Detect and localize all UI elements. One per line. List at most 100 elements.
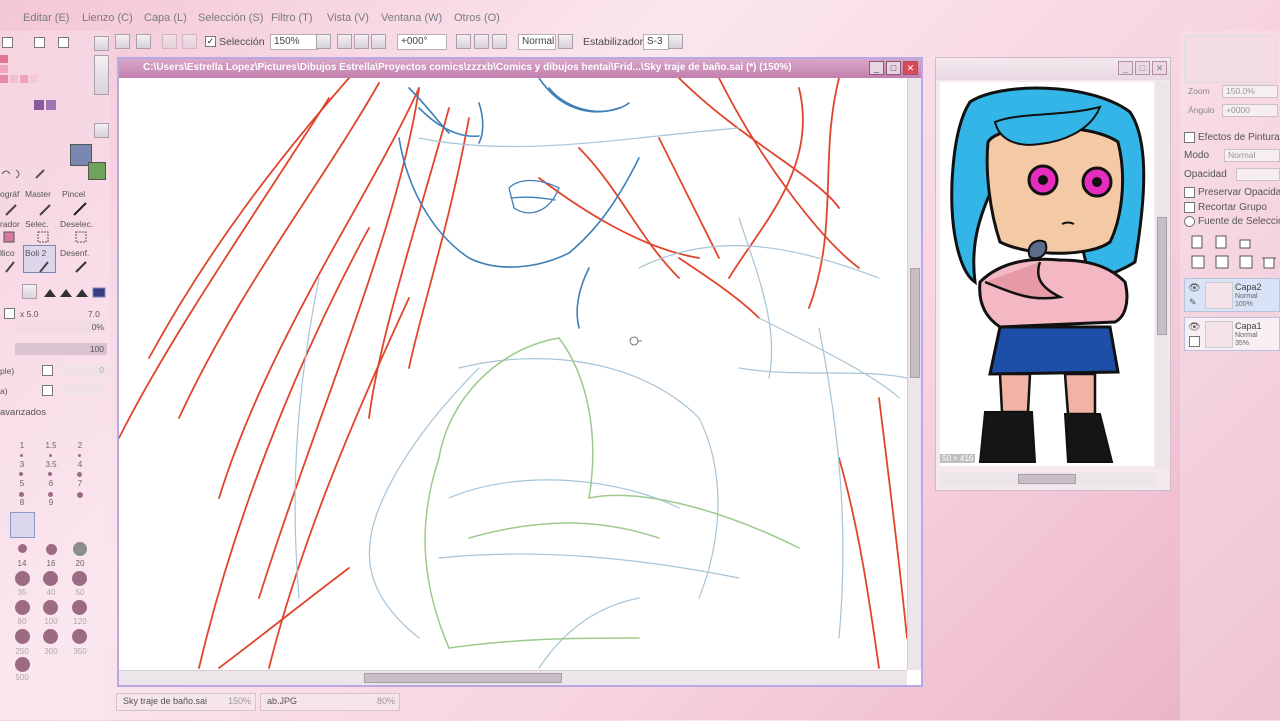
zoom-value-field[interactable]: 150.0% bbox=[1222, 85, 1278, 98]
clip-group-checkbox[interactable] bbox=[1184, 202, 1195, 213]
brush-lock-icon[interactable]: ✎ bbox=[1189, 297, 1197, 308]
menu-seleccion[interactable]: Selección (S) bbox=[198, 12, 263, 24]
secondary-color-swatch[interactable] bbox=[88, 162, 106, 180]
navigator-hscroll-thumb[interactable] bbox=[1018, 474, 1076, 484]
tool-label-3[interactable]: llico bbox=[0, 248, 15, 258]
brush-size-2[interactable]: 2 bbox=[70, 441, 90, 450]
tool-label-selec[interactable]: Selec. bbox=[25, 219, 49, 229]
brush-size-50[interactable]: 50 bbox=[70, 588, 90, 597]
vertical-scroll-thumb[interactable] bbox=[910, 268, 920, 378]
zoom-reset-icon[interactable] bbox=[371, 34, 386, 49]
layer-row-capa1[interactable]: 👁 Capa1 Normal 35% bbox=[1184, 317, 1280, 351]
brush-tools-icons[interactable] bbox=[0, 258, 100, 274]
tool-label-1[interactable]: ográf bbox=[0, 189, 19, 199]
layer-lock-checkbox[interactable] bbox=[1189, 336, 1200, 347]
menu-ventana[interactable]: Ventana (W) bbox=[381, 12, 442, 24]
zoom-dropdown-icon[interactable] bbox=[316, 34, 331, 49]
brush-size-100[interactable]: 100 bbox=[41, 617, 61, 626]
navigator-maximize-icon[interactable]: □ bbox=[1135, 61, 1150, 75]
opacity-slider[interactable]: 100 bbox=[15, 343, 107, 355]
swatch-cells[interactable] bbox=[0, 55, 92, 135]
palette-scrollbar[interactable] bbox=[94, 55, 109, 95]
tool-icon-c[interactable] bbox=[162, 34, 177, 49]
angle-field[interactable]: +000° bbox=[397, 34, 447, 50]
tool-label-pincel[interactable]: Pincel bbox=[62, 189, 85, 199]
tool-label-deselec[interactable]: Deselec. bbox=[60, 219, 93, 229]
horizontal-scroll-thumb[interactable] bbox=[364, 673, 562, 683]
brush-size-350[interactable]: 350 bbox=[70, 647, 90, 656]
menu-editar[interactable]: Editar (E) bbox=[23, 12, 69, 24]
tool-label-master[interactable]: Master bbox=[25, 189, 51, 199]
navigator-thumbnail[interactable] bbox=[1184, 35, 1276, 83]
flip-icon[interactable] bbox=[558, 34, 573, 49]
tool-icon-b[interactable] bbox=[136, 34, 151, 49]
zoom-field[interactable]: 150% bbox=[270, 34, 318, 50]
preserve-opacity-checkbox[interactable] bbox=[1184, 187, 1195, 198]
tool-label-boli2[interactable]: Boli 2 bbox=[25, 248, 46, 258]
brush-size-5[interactable]: 5 bbox=[12, 479, 32, 488]
brush-shape-square[interactable] bbox=[22, 284, 37, 299]
drawing-canvas[interactable] bbox=[119, 78, 907, 670]
tool-icon-a[interactable] bbox=[115, 34, 130, 49]
minimize-icon[interactable]: _ bbox=[869, 61, 884, 75]
maximize-icon[interactable]: □ bbox=[886, 61, 901, 75]
navigator-vscroll-thumb[interactable] bbox=[1157, 217, 1167, 335]
brush-size-6[interactable]: 6 bbox=[41, 479, 61, 488]
option1-dropdown[interactable] bbox=[42, 365, 53, 376]
size-multiplier[interactable]: x 5.0 bbox=[20, 309, 38, 319]
palette-scroll-icon[interactable] bbox=[94, 123, 109, 138]
brush-size-14[interactable]: 14 bbox=[12, 559, 32, 568]
mode-dropdown[interactable]: Normal bbox=[1224, 149, 1280, 162]
menu-lienzo[interactable]: Lienzo (C) bbox=[82, 12, 133, 24]
navigator-hscrollbar[interactable] bbox=[940, 472, 1156, 486]
rotate-right-icon[interactable] bbox=[474, 34, 489, 49]
brush-size-9[interactable]: 9 bbox=[41, 498, 61, 507]
zoom-in-icon[interactable] bbox=[354, 34, 369, 49]
navigator-titlebar[interactable]: _ □ ✕ bbox=[936, 58, 1170, 80]
brush-size-300[interactable]: 300 bbox=[41, 647, 61, 656]
selection-checkbox[interactable]: ✓ bbox=[205, 36, 216, 47]
select-tools-icons[interactable] bbox=[0, 166, 60, 182]
blend-mode-field[interactable]: Normal bbox=[518, 34, 556, 50]
brush-size-40[interactable]: 40 bbox=[41, 588, 61, 597]
stabilizer-field[interactable]: S-3 bbox=[643, 34, 669, 50]
brush-size-7[interactable]: 7 bbox=[70, 479, 90, 488]
option1-field[interactable]: 0 bbox=[60, 364, 108, 377]
brush-size-20[interactable]: 20 bbox=[70, 559, 90, 568]
angle-value-field[interactable]: +0000 bbox=[1222, 104, 1278, 117]
brush-shape-icons[interactable] bbox=[42, 285, 108, 299]
tool-label-2[interactable]: rador bbox=[0, 219, 20, 229]
swatch-tool-c[interactable] bbox=[58, 37, 69, 48]
layer-action-icons[interactable] bbox=[1190, 234, 1280, 274]
brush-size-3-5[interactable]: 3.5 bbox=[41, 460, 61, 469]
vertical-scrollbar[interactable] bbox=[907, 78, 921, 670]
swatch-close-icon[interactable] bbox=[94, 36, 109, 51]
navigator-preview[interactable] bbox=[940, 82, 1154, 466]
menu-capa[interactable]: Capa (L) bbox=[144, 12, 187, 24]
selection-source-radio[interactable] bbox=[1184, 216, 1195, 227]
zoom-out-icon[interactable] bbox=[337, 34, 352, 49]
option2-field[interactable] bbox=[60, 384, 108, 397]
brush-size-35[interactable]: 35 bbox=[12, 588, 32, 597]
brush-size-1[interactable]: 1 bbox=[12, 441, 32, 450]
navigator-close-icon[interactable]: ✕ bbox=[1152, 61, 1167, 75]
menu-otros[interactable]: Otros (O) bbox=[454, 12, 500, 24]
layer-row-capa2[interactable]: 👁 ✎ Capa2 Normal 100% bbox=[1184, 278, 1280, 312]
rotate-reset-icon[interactable] bbox=[492, 34, 507, 49]
close-icon[interactable]: ✕ bbox=[903, 61, 918, 75]
tool-icon-d[interactable] bbox=[182, 34, 197, 49]
brush-size-16[interactable]: 16 bbox=[41, 559, 61, 568]
size-value[interactable]: 7.0 bbox=[88, 309, 100, 319]
stabilizer-dropdown-icon[interactable] bbox=[668, 34, 683, 49]
brush-size-4[interactable]: 4 bbox=[70, 460, 90, 469]
horizontal-scrollbar[interactable] bbox=[119, 670, 907, 685]
canvas-titlebar[interactable]: C:\Users\Estrella Lopez\Pictures\Dibujos… bbox=[119, 59, 921, 78]
eye-icon[interactable]: 👁 bbox=[1188, 322, 1201, 333]
brush-size-1-5[interactable]: 1.5 bbox=[41, 441, 61, 450]
menu-vista[interactable]: Vista (V) bbox=[327, 12, 369, 24]
opacity-slider-right[interactable] bbox=[1236, 168, 1280, 181]
brush-size-80[interactable]: 80 bbox=[12, 617, 32, 626]
density-slider[interactable]: 0% bbox=[15, 321, 107, 333]
navigator-vscrollbar[interactable] bbox=[1156, 82, 1169, 468]
brush-size-250[interactable]: 250 bbox=[12, 647, 32, 656]
